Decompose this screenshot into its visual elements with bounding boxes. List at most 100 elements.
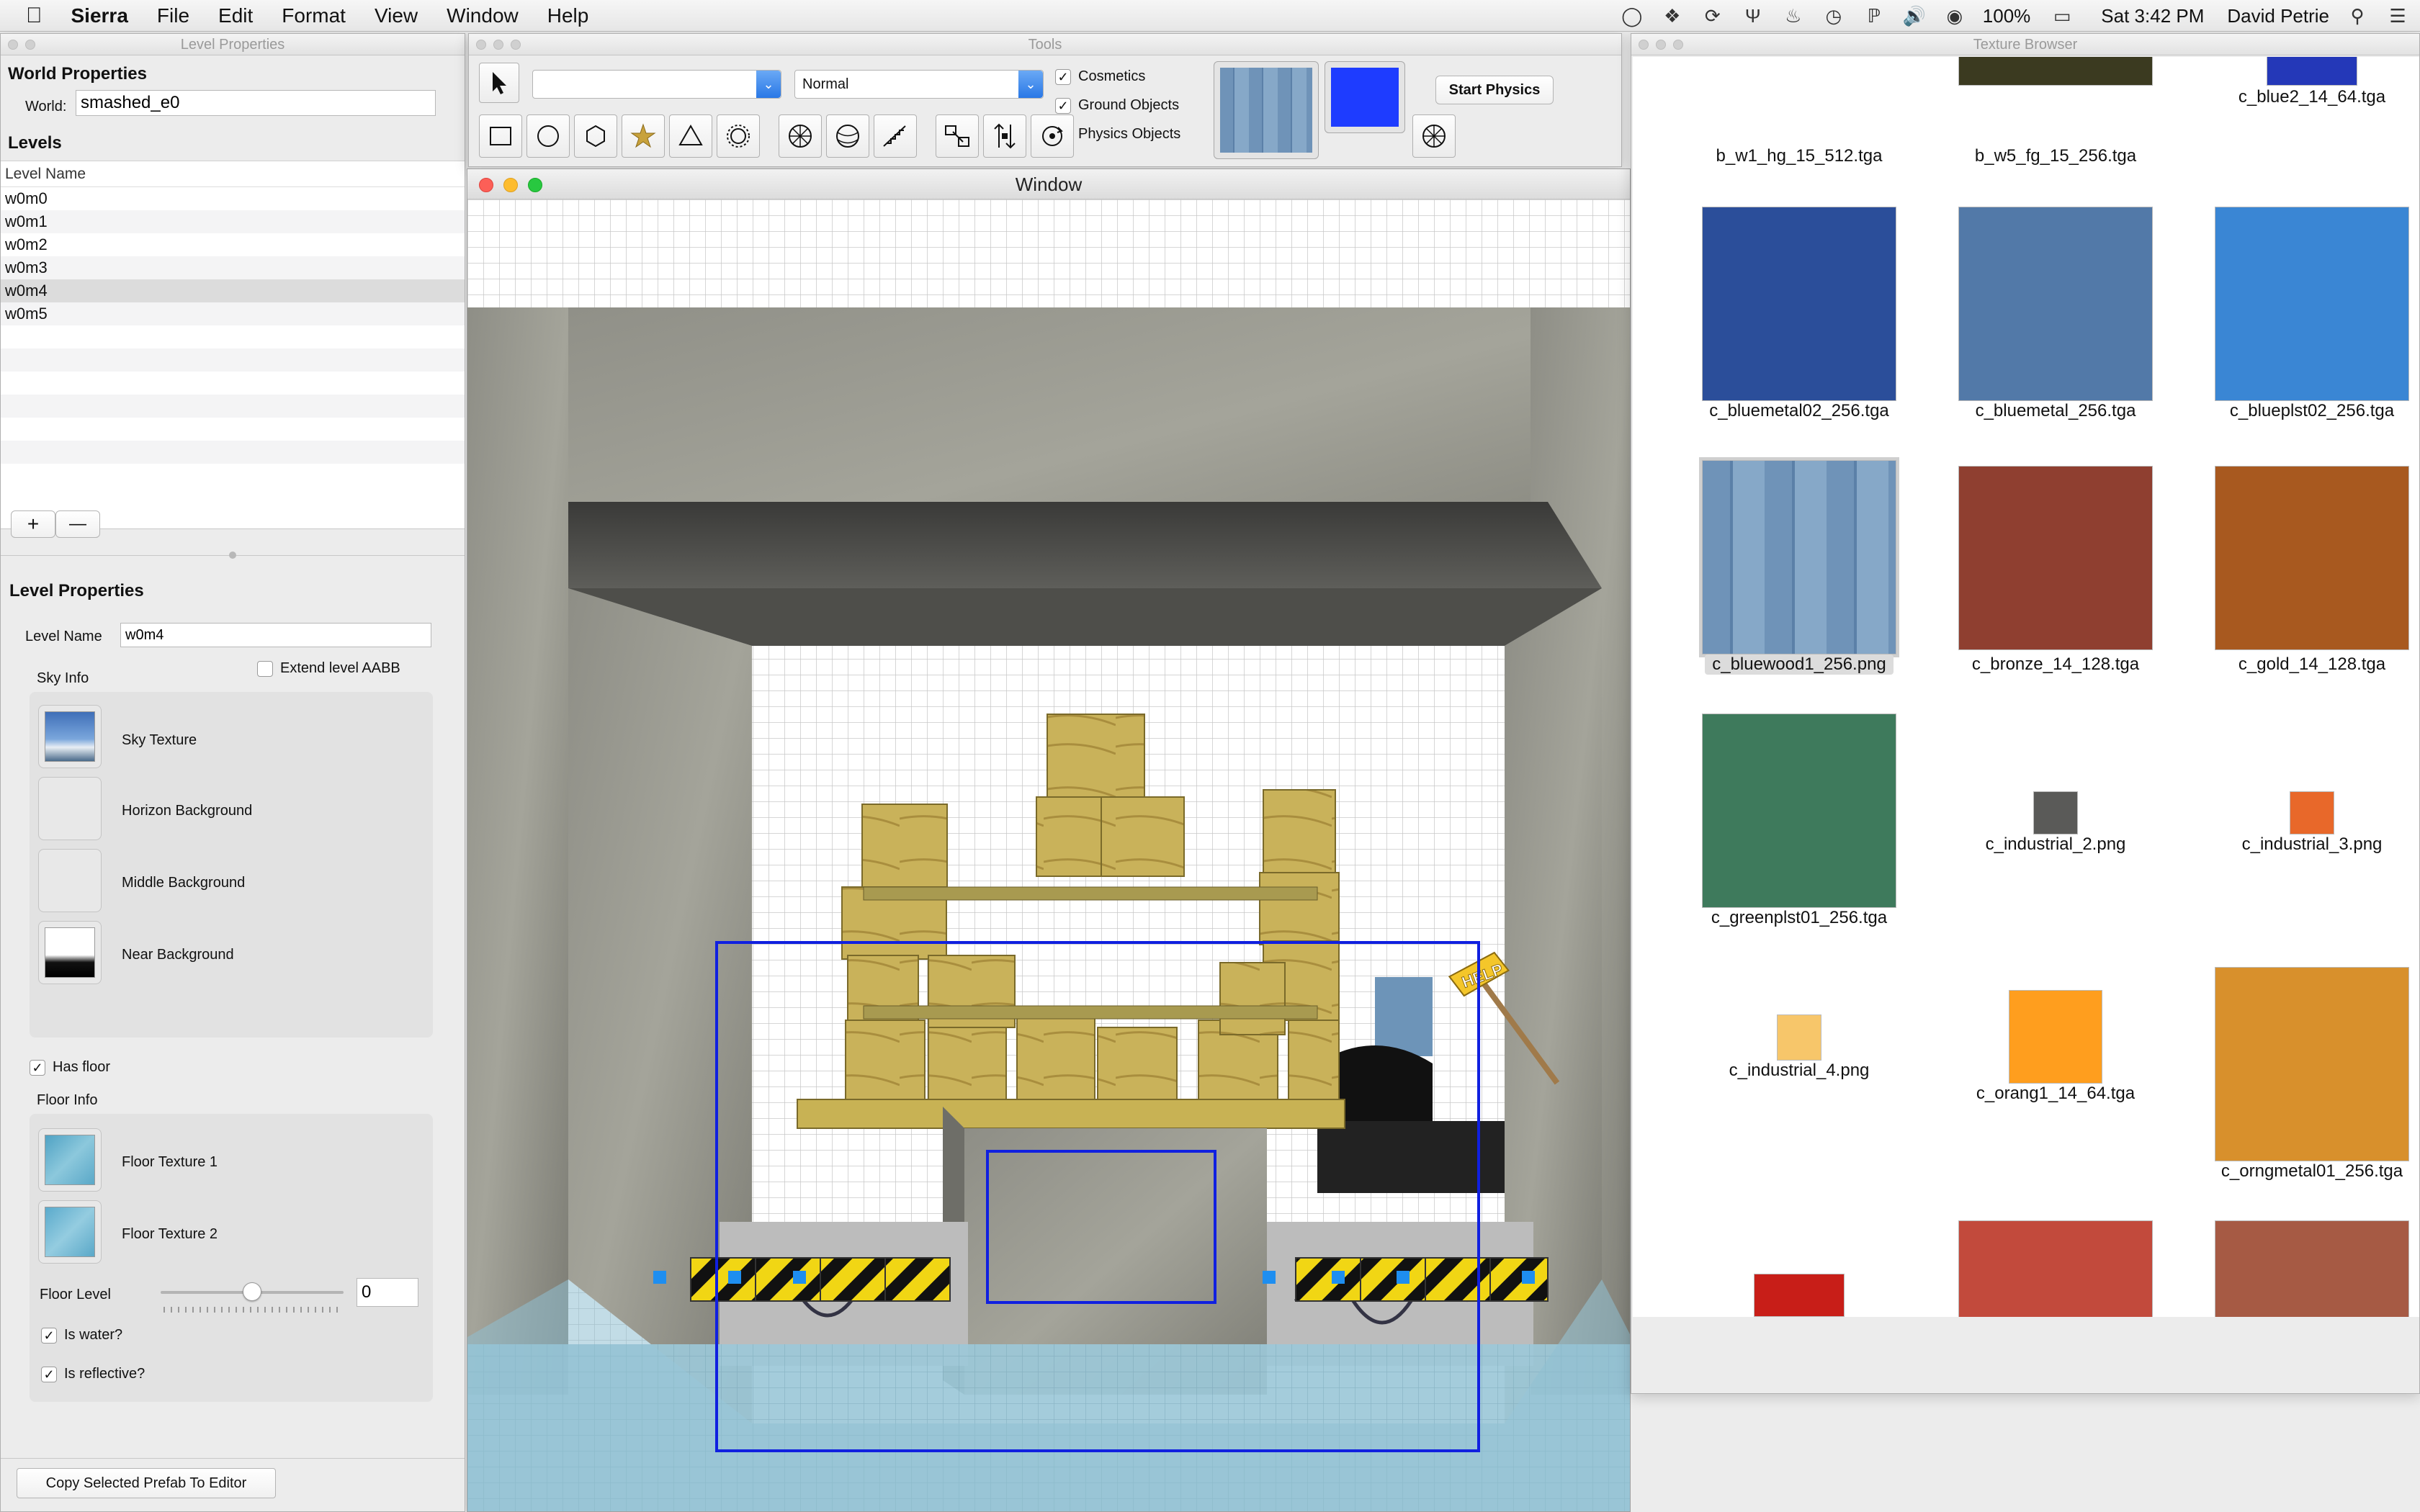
wifi-icon[interactable]: ◉: [1942, 5, 1967, 27]
checkbox-box[interactable]: ✓: [41, 1327, 57, 1344]
physics-objects-checkbox[interactable]: ✓Physics Objects: [1055, 126, 1180, 143]
horizon-background-well[interactable]: [38, 777, 102, 840]
split-divider[interactable]: [1, 552, 465, 562]
user-name[interactable]: David Petrie: [2227, 5, 2329, 27]
menu-window[interactable]: Window: [432, 4, 533, 27]
floor-level-field[interactable]: [357, 1278, 418, 1307]
battery-percent[interactable]: 100%: [1983, 5, 2031, 27]
color-well[interactable]: [1325, 61, 1405, 133]
gear-tool[interactable]: [717, 114, 760, 158]
rectangle-tool[interactable]: [479, 114, 522, 158]
minimize-button[interactable]: [503, 178, 518, 192]
near-background-well[interactable]: [38, 921, 102, 984]
app-menu[interactable]: Sierra: [57, 4, 143, 27]
notifications-icon[interactable]: ♨: [1781, 5, 1806, 27]
zoom-button[interactable]: [528, 178, 542, 192]
texture-thumbnail[interactable]: [1702, 207, 1896, 401]
texture-thumbnail[interactable]: [1958, 1220, 2153, 1317]
prefab-dropdown[interactable]: ⌄: [532, 70, 781, 99]
texture-thumbnail[interactable]: [2267, 57, 2357, 86]
level-row[interactable]: w0m1: [1, 210, 465, 233]
battery-icon[interactable]: ▭: [2046, 5, 2078, 27]
zoom-button[interactable]: [511, 40, 521, 50]
is-water-checkbox[interactable]: ✓ Is water?: [41, 1327, 122, 1344]
ground-objects-checkbox[interactable]: ✓ Ground Objects: [1055, 97, 1179, 114]
texture-thumbnail[interactable]: [2009, 990, 2102, 1084]
add-level-button[interactable]: +: [11, 510, 55, 538]
is-reflective-checkbox[interactable]: ✓ Is reflective?: [41, 1366, 145, 1382]
close-button[interactable]: [476, 40, 486, 50]
spotlight-icon[interactable]: ⚲: [2345, 5, 2370, 27]
floor-texture-1-well[interactable]: [38, 1128, 102, 1192]
level-row[interactable]: w0m0: [1, 187, 465, 210]
texture-thumbnail[interactable]: [2290, 791, 2334, 834]
texture-thumbnail[interactable]: [1958, 207, 2153, 401]
texture-thumbnail[interactable]: [1702, 714, 1896, 908]
hexagon-tool[interactable]: [574, 114, 617, 158]
panel-titlebar[interactable]: Level Properties: [1, 34, 465, 55]
time-machine-icon[interactable]: ◷: [1821, 5, 1846, 27]
scene-canvas[interactable]: HELP: [467, 199, 1631, 1512]
texture-thumbnail[interactable]: [1958, 57, 2153, 86]
chevron-down-icon[interactable]: ⌄: [1018, 71, 1043, 98]
floor-level-slider[interactable]: [161, 1282, 344, 1301]
circle-tool[interactable]: [526, 114, 570, 158]
texture-thumbnail[interactable]: [2215, 466, 2409, 650]
checkbox-box[interactable]: [257, 660, 273, 677]
cosmetics-checkbox[interactable]: ✓ Cosmetics: [1055, 68, 1145, 85]
minimize-button[interactable]: [25, 40, 35, 50]
level-row-selected[interactable]: w0m4: [1, 279, 465, 302]
tools-titlebar[interactable]: Tools: [469, 34, 1621, 55]
texture-thumbnail[interactable]: [2215, 207, 2409, 401]
chevron-down-icon[interactable]: ⌄: [756, 71, 781, 98]
level-row[interactable]: w0m2: [1, 233, 465, 256]
texture-thumbnail[interactable]: [2033, 791, 2078, 834]
minimize-button[interactable]: [1656, 40, 1666, 50]
close-button[interactable]: [1639, 40, 1649, 50]
menu-edit[interactable]: Edit: [204, 4, 267, 27]
current-texture-well[interactable]: [1214, 61, 1319, 159]
close-button[interactable]: [8, 40, 18, 50]
level-row[interactable]: w0m5: [1, 302, 465, 325]
triangle-tool[interactable]: [669, 114, 712, 158]
checkbox-box[interactable]: ✓: [41, 1366, 57, 1382]
menu-file[interactable]: File: [143, 4, 204, 27]
stairs-tool[interactable]: [874, 114, 917, 158]
bluetooth-icon[interactable]: ℙ: [1862, 5, 1886, 27]
menu-view[interactable]: View: [360, 4, 432, 27]
joint-tool[interactable]: [936, 114, 979, 158]
notification-center-icon[interactable]: ☰: [2385, 5, 2410, 27]
remove-level-button[interactable]: —: [55, 510, 100, 538]
texture-thumbnail[interactable]: [1777, 1014, 1821, 1061]
texture-thumbnail[interactable]: [2215, 1220, 2409, 1317]
menu-help[interactable]: Help: [533, 4, 604, 27]
column-header-level-name[interactable]: Level Name: [1, 161, 465, 187]
middle-background-well[interactable]: [38, 849, 102, 912]
has-floor-checkbox[interactable]: ✓ Has floor: [30, 1059, 110, 1076]
start-physics-button[interactable]: Start Physics: [1435, 76, 1554, 104]
checkbox-box[interactable]: ✓: [1055, 68, 1071, 85]
sky-texture-well[interactable]: [38, 705, 102, 768]
volume-icon[interactable]: 🔊: [1902, 5, 1927, 27]
extend-aabb-checkbox[interactable]: Extend level AABB: [257, 660, 400, 677]
viewport-titlebar[interactable]: Window: [467, 169, 1630, 199]
copy-prefab-button[interactable]: Copy Selected Prefab To Editor: [17, 1468, 276, 1498]
level-row[interactable]: w0m3: [1, 256, 465, 279]
floor-texture-2-well[interactable]: [38, 1200, 102, 1264]
wheel-tool[interactable]: [779, 114, 822, 158]
texture-thumbnail[interactable]: [2215, 967, 2409, 1161]
sync-icon[interactable]: ⟳: [1700, 5, 1725, 27]
minimize-button[interactable]: [493, 40, 503, 50]
dropbox-icon[interactable]: ❖: [1660, 5, 1685, 27]
star-tool[interactable]: [622, 114, 665, 158]
antenna-icon[interactable]: Ψ: [1741, 5, 1765, 27]
select-arrow-tool[interactable]: [479, 63, 519, 103]
checkbox-box[interactable]: ✓: [1055, 97, 1071, 114]
zoom-button[interactable]: [1673, 40, 1683, 50]
texture-browser-titlebar[interactable]: Texture Browser: [1631, 34, 2419, 55]
creative-cloud-icon[interactable]: ◯: [1620, 5, 1644, 27]
world-field[interactable]: [76, 90, 436, 116]
menu-format[interactable]: Format: [267, 4, 360, 27]
apple-menu-icon[interactable]: : [0, 4, 57, 28]
texture-thumbnail[interactable]: [1958, 466, 2153, 650]
